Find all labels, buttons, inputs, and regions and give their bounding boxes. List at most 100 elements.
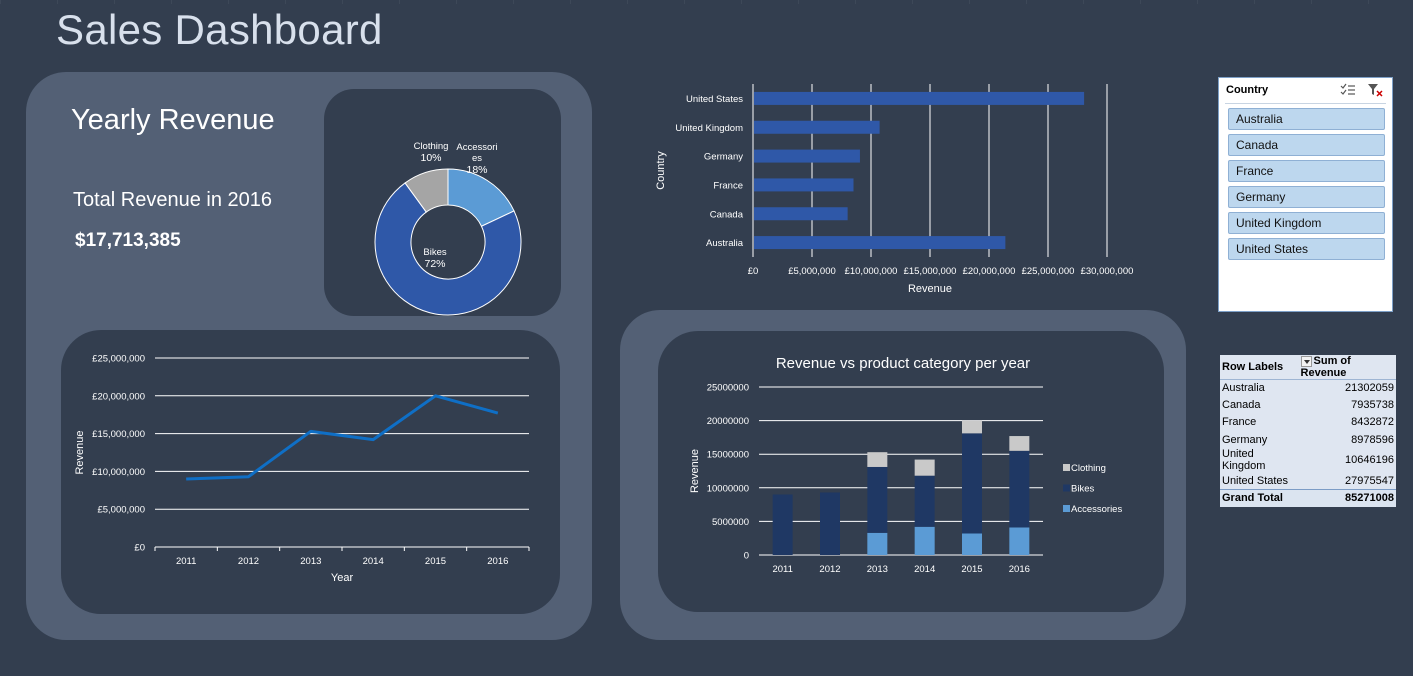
y-tick-label: 10000000 <box>707 483 749 494</box>
page-title: Sales Dashboard <box>56 6 383 53</box>
bar-united-states <box>754 91 1085 105</box>
y-tick-label: 5000000 <box>712 517 749 528</box>
y-tick-label: £20,000,000 <box>92 391 145 402</box>
x-tick-label: 2011 <box>176 556 196 567</box>
pivot-row-value: 27975547 <box>1345 474 1394 487</box>
chart-title: Revenue vs product category per year <box>776 355 1030 372</box>
donut-bikes-value: 72% <box>424 258 445 270</box>
x-tick-label: 2014 <box>363 556 384 567</box>
stack-segment-accessories <box>914 526 935 555</box>
x-tick-label: 2016 <box>487 556 508 567</box>
donut-chart: Clothing10% Accessories18% Bikes72% <box>374 141 522 316</box>
x-tick-label: £0 <box>748 266 759 277</box>
pivot-total-label: Grand Total <box>1220 488 1299 507</box>
slicer-divider <box>1225 103 1386 104</box>
x-tick-label: 2013 <box>300 556 321 567</box>
yearly-revenue-heading: Yearly Revenue <box>71 104 275 136</box>
y-tick-label: £0 <box>134 543 145 554</box>
pivot-row-label: United States <box>1222 474 1289 487</box>
stack-segment-clothing <box>914 459 935 476</box>
x-tick-label: 2015 <box>425 556 446 567</box>
y-tick-label: £15,000,000 <box>92 429 145 440</box>
y-tick-label: Australia <box>706 238 744 249</box>
pivot-row-label: United Kingdom <box>1222 448 1266 473</box>
country-slicer: Country Australia Canada France Germany Unit… <box>1218 77 1393 312</box>
stack-segment-accessories <box>867 532 888 555</box>
pivot-row-value: 10646196 <box>1345 454 1394 467</box>
stacked-chart-container[interactable]: Revenue vs product category per year 0 500… <box>658 331 1164 612</box>
x-tick-label: 2013 <box>867 564 888 575</box>
x-tick-label: £10,000,000 <box>845 266 898 277</box>
slicer-item[interactable]: United States <box>1228 238 1385 260</box>
bar-australia <box>754 236 1006 250</box>
x-axis-label: Year <box>331 572 354 584</box>
donut-clothing-label: Clothing <box>414 141 449 152</box>
y-axis-label: Revenue <box>74 430 86 474</box>
donut-chart-container[interactable]: Clothing 10% Accessori es 18% Bikes 72% <box>324 89 561 316</box>
slicer-header: Country <box>1226 84 1269 96</box>
pivot-row-label: Germany <box>1222 433 1268 446</box>
y-tick-label: 15000000 <box>707 450 749 461</box>
pivot-row-label: France <box>1222 416 1257 429</box>
pivot-table: Row Labels Sum of Revenue Australia 21302… <box>1220 355 1396 507</box>
slicer-item[interactable]: France <box>1228 160 1385 182</box>
pivot-row-value: 21302059 <box>1345 382 1394 395</box>
pivot-row-label: Australia <box>1222 382 1265 395</box>
donut-accessories-label: es <box>472 153 482 164</box>
slicer-item[interactable]: Germany <box>1228 186 1385 208</box>
legend-swatch-bikes <box>1063 484 1070 492</box>
multi-select-icon[interactable] <box>1340 83 1356 97</box>
total-revenue-value: $17,713,385 <box>75 230 181 251</box>
legend-swatch-clothing <box>1063 464 1070 471</box>
stack-segment-bikes <box>1009 450 1030 528</box>
stack-segment-bikes <box>867 466 888 533</box>
bar-united-kingdom <box>754 120 880 134</box>
pivot-row: France 8432872 <box>1220 414 1396 431</box>
y-tick-label: £25,000,000 <box>92 354 145 365</box>
filter-dropdown-icon[interactable] <box>1300 355 1312 367</box>
y-tick-label: United Kingdom <box>675 123 743 134</box>
sheet-column-gridlines <box>0 0 1413 4</box>
revenue-line <box>186 394 499 481</box>
y-tick-label: France <box>713 180 743 191</box>
y-tick-label: 0 <box>744 551 749 562</box>
x-tick-label: 2011 <box>772 564 792 575</box>
x-axis-label: Revenue <box>908 283 952 295</box>
x-tick-label: 2014 <box>914 564 935 575</box>
pivot-row-value: 8432872 <box>1351 416 1394 429</box>
pivot-row: United Kingdom 10646196 <box>1220 448 1396 472</box>
slicer-item[interactable]: Australia <box>1228 108 1385 130</box>
y-tick-label: 20000000 <box>707 416 749 427</box>
line-chart-container[interactable]: £0 £5,000,000 £10,000,000 £15,000,000 £20,00… <box>61 330 560 614</box>
donut-bikes-label: Bikes <box>423 247 446 258</box>
total-revenue-label: Total Revenue in 2016 <box>73 189 273 211</box>
pivot-row-label: Canada <box>1222 399 1261 412</box>
bar-germany <box>754 149 860 163</box>
y-tick-label: Canada <box>710 209 744 220</box>
pivot-row-value: 8978596 <box>1351 433 1394 446</box>
stack-segment-bikes <box>772 494 793 555</box>
stacked-category-chart: Revenue vs product category per year 0 500… <box>689 355 1122 575</box>
donut-accessories-label: Accessori <box>456 142 497 153</box>
slicer-item[interactable]: United Kingdom <box>1228 212 1385 234</box>
donut-clothing-value: 10% <box>420 152 441 164</box>
pivot-total-value: 85271008 <box>1298 488 1396 507</box>
pivot-header-sum: Sum of Revenue <box>1298 355 1396 380</box>
stack-segment-clothing <box>867 452 888 467</box>
y-tick-label: £10,000,000 <box>92 467 145 478</box>
stack-segment-accessories <box>1009 527 1030 555</box>
pivot-row: Germany 8978596 <box>1220 431 1396 448</box>
legend-label: Clothing <box>1071 463 1106 474</box>
bar-canada <box>754 207 848 221</box>
y-tick-label: Germany <box>704 152 743 163</box>
y-tick-label: £5,000,000 <box>97 505 145 516</box>
stack-segment-clothing <box>1009 436 1030 451</box>
clear-filter-icon[interactable] <box>1367 83 1383 97</box>
x-tick-label: £5,000,000 <box>788 266 836 277</box>
x-tick-label: 2012 <box>819 564 840 575</box>
pivot-header-row-labels: Row Labels <box>1220 355 1299 380</box>
slicer-item[interactable]: Canada <box>1228 134 1385 156</box>
country-bar-chart[interactable]: £0 £5,000,000 £10,000,000 £15,000,000 £20,00… <box>640 72 1160 302</box>
bar-france <box>754 178 854 192</box>
stack-segment-clothing <box>962 420 982 434</box>
